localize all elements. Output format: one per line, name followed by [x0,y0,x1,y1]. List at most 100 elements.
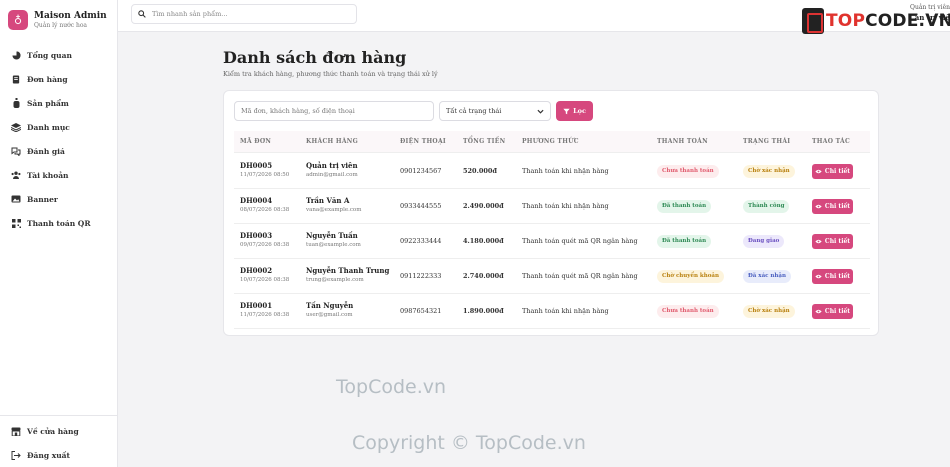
topcode-logo-icon [802,8,824,34]
payment-status-badge: Chưa thanh toán [657,165,719,178]
table-row: DH0003 09/07/2026 08:38 Nguyễn Tuấn tuan… [234,224,870,259]
order-total: 4.180.000đ [463,237,504,245]
filter-button[interactable]: Lọc [556,101,593,121]
user-menu[interactable]: Quản trị viên ản trị viê [910,3,950,24]
filter-button-label: Lọc [573,107,586,115]
order-total: 2.490.000đ [463,202,504,210]
order-date: 09/07/2026 08:38 [240,242,290,248]
order-search-input[interactable] [234,101,434,121]
order-date: 10/07/2026 08:38 [240,277,290,283]
topbar: TOPCODE.VN Quản trị viên ản trị viê [118,0,950,34]
filter-icon [563,108,570,114]
sidebar-item-label: Đánh giá [27,146,65,156]
customer-name: Tấn Nguyễn [306,301,354,310]
order-total: 520.000đ [463,167,497,175]
sidebar-item-label: Đơn hàng [27,74,68,84]
user-role: Quản trị viên [910,4,950,11]
customer-phone: 0987654321 [400,307,442,315]
eye-icon [815,169,822,174]
order-status-badge: Đang giao [743,235,785,248]
user-name: ản trị viê [914,13,950,22]
sidebar-item-layers[interactable]: Danh mục [0,115,117,139]
qr-code-icon [11,218,21,228]
table-row: DH0002 10/07/2026 08:38 Nguyễn Thanh Tru… [234,259,870,294]
sidebar-item-label: Danh mục [27,122,70,132]
view-detail-button[interactable]: Chi tiết [812,304,853,319]
table-row: DH0005 11/07/2026 08:50 Quản trị viên ad… [234,154,870,189]
sidebar-item-pie-chart[interactable]: Tổng quan [0,43,117,67]
image-icon [11,194,21,204]
customer-email: user@gmail.com [306,312,353,318]
sidebar-item-store[interactable]: Về cửa hàng [0,419,117,443]
header-col-total: TỔNG TIỀN [463,138,506,145]
order-status-badge: Chờ xác nhận [743,305,795,318]
layers-icon [11,122,21,132]
payment-method: Thanh toán khi nhận hàng [522,167,609,175]
view-detail-label: Chi tiết [824,273,851,280]
sidebar-bottom-nav: Về cửa hàng Đăng xuất [0,415,117,467]
users-icon [11,170,21,180]
orders-card: Tất cả trạng thái Lọc MÃ ĐƠN KHÁCH HÀNG ĐI… [223,90,879,336]
chevron-down-icon [537,109,544,114]
sidebar-item-receipt[interactable]: Đơn hàng [0,67,117,91]
global-search[interactable] [131,4,357,24]
order-date: 08/07/2026 08:38 [240,207,290,213]
view-detail-button[interactable]: Chi tiết [812,269,853,284]
header-col-phone: ĐIỆN THOẠI [400,138,447,145]
global-search-input[interactable] [152,10,342,18]
brand-logo-icon: ♁ [8,10,28,30]
page-title: Danh sách đơn hàng [223,48,407,67]
header-col-code: MÃ ĐƠN [240,138,272,145]
sidebar-item-comments[interactable]: Đánh giá [0,139,117,163]
customer-phone: 0911222333 [400,272,442,280]
eye-icon [815,274,822,279]
customer-name: Nguyễn Tuấn [306,231,358,240]
customer-email: admin@gmail.com [306,172,358,178]
perfume-bottle-icon [11,98,21,108]
sidebar-item-image[interactable]: Banner [0,187,117,211]
view-detail-button[interactable]: Chi tiết [812,199,853,214]
customer-phone: 0922333444 [400,237,442,245]
sidebar-item-label: Về cửa hàng [27,426,79,436]
order-total: 1.890.000đ [463,307,504,315]
watermark-copyright: Copyright © TopCode.vn [352,432,586,454]
table-row: DH0004 08/07/2026 08:38 Trần Văn A vana@… [234,189,870,224]
customer-email: trung@example.com [306,277,364,283]
sidebar-item-logout[interactable]: Đăng xuất [0,443,117,467]
store-icon [11,426,21,436]
view-detail-label: Chi tiết [824,168,851,175]
header-col-actions: THAO TÁC [812,138,851,145]
order-code: DH0002 [240,266,273,275]
header-col-method: PHƯƠNG THỨC [522,138,579,145]
view-detail-button[interactable]: Chi tiết [812,234,853,249]
customer-name: Quản trị viên [306,161,358,170]
customer-phone: 0933444555 [400,202,442,210]
order-status-badge: Thành công [743,200,790,213]
sidebar-item-users[interactable]: Tài khoản [0,163,117,187]
brand[interactable]: ♁ Maison Admin Quản lý nước hoa [0,0,117,40]
table-row: DH0001 11/07/2026 08:38 Tấn Nguyễn user@… [234,294,870,329]
customer-email: tuan@example.com [306,242,361,248]
payment-method: Thanh toán khi nhận hàng [522,202,609,210]
payment-status-badge: Chờ chuyển khoản [657,270,724,283]
view-detail-button[interactable]: Chi tiết [812,164,853,179]
sidebar-item-perfume-bottle[interactable]: Sản phẩm [0,91,117,115]
eye-icon [815,239,822,244]
sidebar-item-qr-code[interactable]: Thanh toán QR [0,211,117,235]
order-status-badge: Đã xác nhận [743,270,791,283]
sidebar-item-label: Tổng quan [27,50,72,60]
order-date: 11/07/2026 08:38 [240,312,290,318]
order-code: DH0003 [240,231,273,240]
view-detail-label: Chi tiết [824,203,851,210]
payment-method: Thanh toán khi nhận hàng [522,307,609,315]
brand-title: Maison Admin [34,11,107,21]
order-total: 2.740.000đ [463,272,504,280]
status-select[interactable]: Tất cả trạng thái [439,101,551,121]
table-header: MÃ ĐƠN KHÁCH HÀNG ĐIỆN THOẠI TỔNG TIỀN PHƯƠN… [234,131,870,153]
eye-icon [815,204,822,209]
sidebar-item-label: Sản phẩm [27,98,69,108]
order-code: DH0004 [240,196,273,205]
payment-status-badge: Đã thanh toán [657,235,712,248]
brand-subtitle: Quản lý nước hoa [34,22,88,29]
sidebar-item-label: Đăng xuất [27,450,70,460]
